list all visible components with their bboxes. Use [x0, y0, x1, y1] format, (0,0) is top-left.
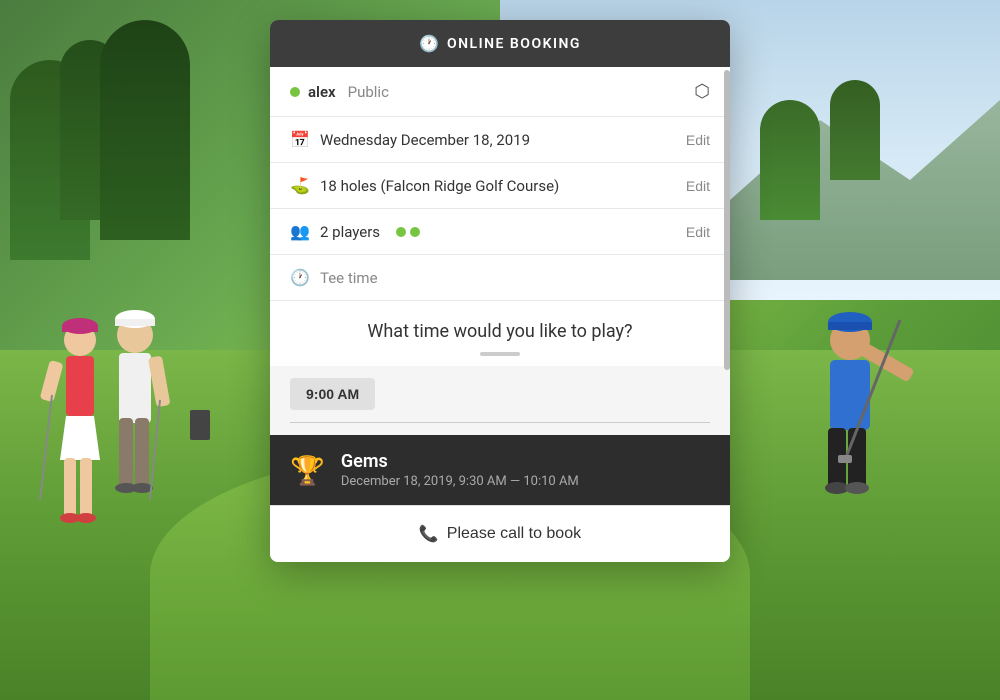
user-type: Public: [348, 83, 389, 101]
holes-row: ⛳ 18 holes (Falcon Ridge Golf Course) Ed…: [270, 163, 730, 209]
booking-name: Gems: [341, 451, 710, 472]
holes-info: ⛳ 18 holes (Falcon Ridge Golf Course): [290, 176, 686, 195]
holes-value: 18 holes (Falcon Ridge Golf Course): [320, 177, 559, 195]
date-info: 📅 Wednesday December 18, 2019: [290, 130, 686, 149]
user-info: alex Public: [290, 83, 389, 101]
booking-time: December 18, 2019, 9:30 AM — 10:10 AM: [341, 474, 710, 489]
time-selector: 9:00 AM: [270, 366, 730, 435]
phone-icon: 📞: [419, 524, 439, 544]
clock-icon: 🕐: [419, 34, 439, 53]
golfer-left-group: [30, 300, 190, 600]
question-section: What time would you like to play?: [270, 301, 730, 366]
time-divider: [290, 422, 710, 423]
date-row: 📅 Wednesday December 18, 2019 Edit: [270, 117, 730, 163]
username: alex: [308, 83, 336, 101]
tee-clock-icon: 🕐: [290, 268, 310, 287]
trophy-icon: 🏆: [290, 454, 325, 487]
share-icon[interactable]: ⬡: [694, 81, 710, 102]
modal-title: ONLINE BOOKING: [447, 36, 581, 52]
question-text: What time would you like to play?: [290, 321, 710, 342]
trash-can: [190, 410, 210, 440]
modal-header: 🕐 ONLINE BOOKING: [270, 20, 730, 67]
golf-icon: ⛳: [290, 176, 310, 195]
holes-edit-button[interactable]: Edit: [686, 178, 710, 194]
calendar-icon: 📅: [290, 130, 310, 149]
players-edit-button[interactable]: Edit: [686, 224, 710, 240]
players-icon: 👥: [290, 222, 310, 241]
date-value: Wednesday December 18, 2019: [320, 131, 530, 149]
players-row: 👥 2 players Edit: [270, 209, 730, 255]
tree-left-3: [100, 20, 190, 240]
call-to-book-button[interactable]: 📞 Please call to book: [270, 505, 730, 562]
tree-right-2: [830, 80, 880, 180]
booking-info: Gems December 18, 2019, 9:30 AM — 10:10 …: [341, 451, 710, 489]
user-row: alex Public ⬡: [270, 67, 730, 117]
call-button-label: Please call to book: [447, 525, 581, 543]
tree-right-1: [760, 100, 820, 220]
player-dot-2: [410, 227, 420, 237]
player-dot-1: [396, 227, 406, 237]
player-dots: [396, 227, 420, 237]
tee-time-row: 🕐 Tee time: [270, 255, 730, 301]
golfer-right: [770, 300, 950, 620]
booking-card[interactable]: 🏆 Gems December 18, 2019, 9:30 AM — 10:1…: [270, 435, 730, 505]
online-indicator: [290, 87, 300, 97]
scrollbar[interactable]: [724, 70, 730, 370]
time-button[interactable]: 9:00 AM: [290, 378, 375, 410]
modal-panel: 🕐 ONLINE BOOKING alex Public ⬡ 📅 Wednesd…: [270, 20, 730, 562]
players-info: 👥 2 players: [290, 222, 686, 241]
players-value: 2 players: [320, 223, 380, 241]
date-edit-button[interactable]: Edit: [686, 132, 710, 148]
tee-time-label: Tee time: [320, 269, 378, 287]
drag-handle[interactable]: [480, 352, 520, 356]
